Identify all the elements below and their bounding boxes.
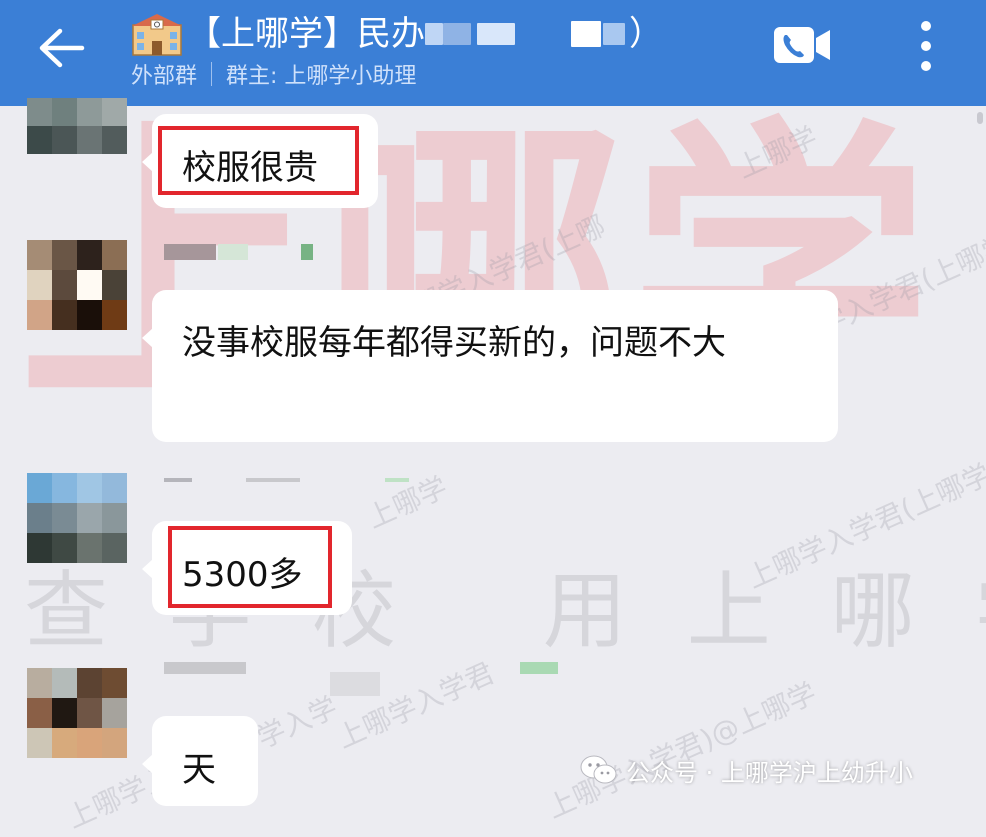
group-owner-label: 群主: 上哪学小助理 [226,64,417,89]
watermark-diagonal: 上哪学 [362,470,453,535]
group-title-text: 【上哪学】民办 [187,14,425,54]
chat-header: 【上哪学】民办 ） 外部群 群主: 上哪学小助理 [0,0,986,106]
group-subtitle: 外部群 群主: 上哪学小助理 [131,58,416,90]
watermark-diagonal: 上哪学入学君 [332,656,499,755]
more-icon[interactable] [916,20,936,72]
message-bubble[interactable]: 天 [142,716,258,806]
message-text: 天 [182,750,216,790]
message-bubble[interactable]: 没事校服每年都得买新的，问题不大 [142,290,838,442]
sender-name-blurred [520,662,558,674]
title-blur-2 [443,23,471,45]
bubble-tail [142,328,153,348]
wechat-account-text: 公众号 · 上哪学沪上幼升小 [626,758,913,787]
sender-name-blurred [330,672,380,696]
bubble-tail [142,559,153,579]
video-call-icon[interactable] [774,26,832,64]
watermark-diagonal: 学入学 [252,690,343,755]
title-blur-4 [571,21,601,47]
avatar[interactable] [27,473,127,563]
avatar[interactable] [27,98,127,154]
highlight-box [158,126,359,195]
sender-name-blurred [385,478,409,482]
school-icon [132,14,182,56]
sender-name-blurred [218,244,248,260]
bubble-tail [142,754,153,774]
sender-name-blurred [164,478,192,482]
subtitle-divider [211,62,213,86]
back-arrow-icon[interactable] [36,26,86,70]
title-blur-3 [477,23,515,45]
wechat-icon [580,755,617,784]
avatar[interactable] [27,240,127,330]
highlight-box [168,526,332,608]
sender-name-blurred [164,244,216,260]
bubble-tail [142,152,153,172]
message-text: 没事校服每年都得买新的，问题不大 [182,323,726,363]
title-blur-5 [603,23,625,45]
scrollbar[interactable] [977,112,983,124]
sender-name-blurred [301,244,313,260]
group-title-end: ） [629,14,663,54]
sender-name-blurred [246,478,300,482]
wechat-account-watermark: 公众号 · 上哪学沪上幼升小 [580,750,913,790]
group-title[interactable]: 【上哪学】民办 ） [131,8,663,60]
sender-name-blurred [164,662,246,674]
external-group-label: 外部群 [131,64,198,89]
avatar[interactable] [27,668,127,758]
title-blur-1 [425,23,443,45]
